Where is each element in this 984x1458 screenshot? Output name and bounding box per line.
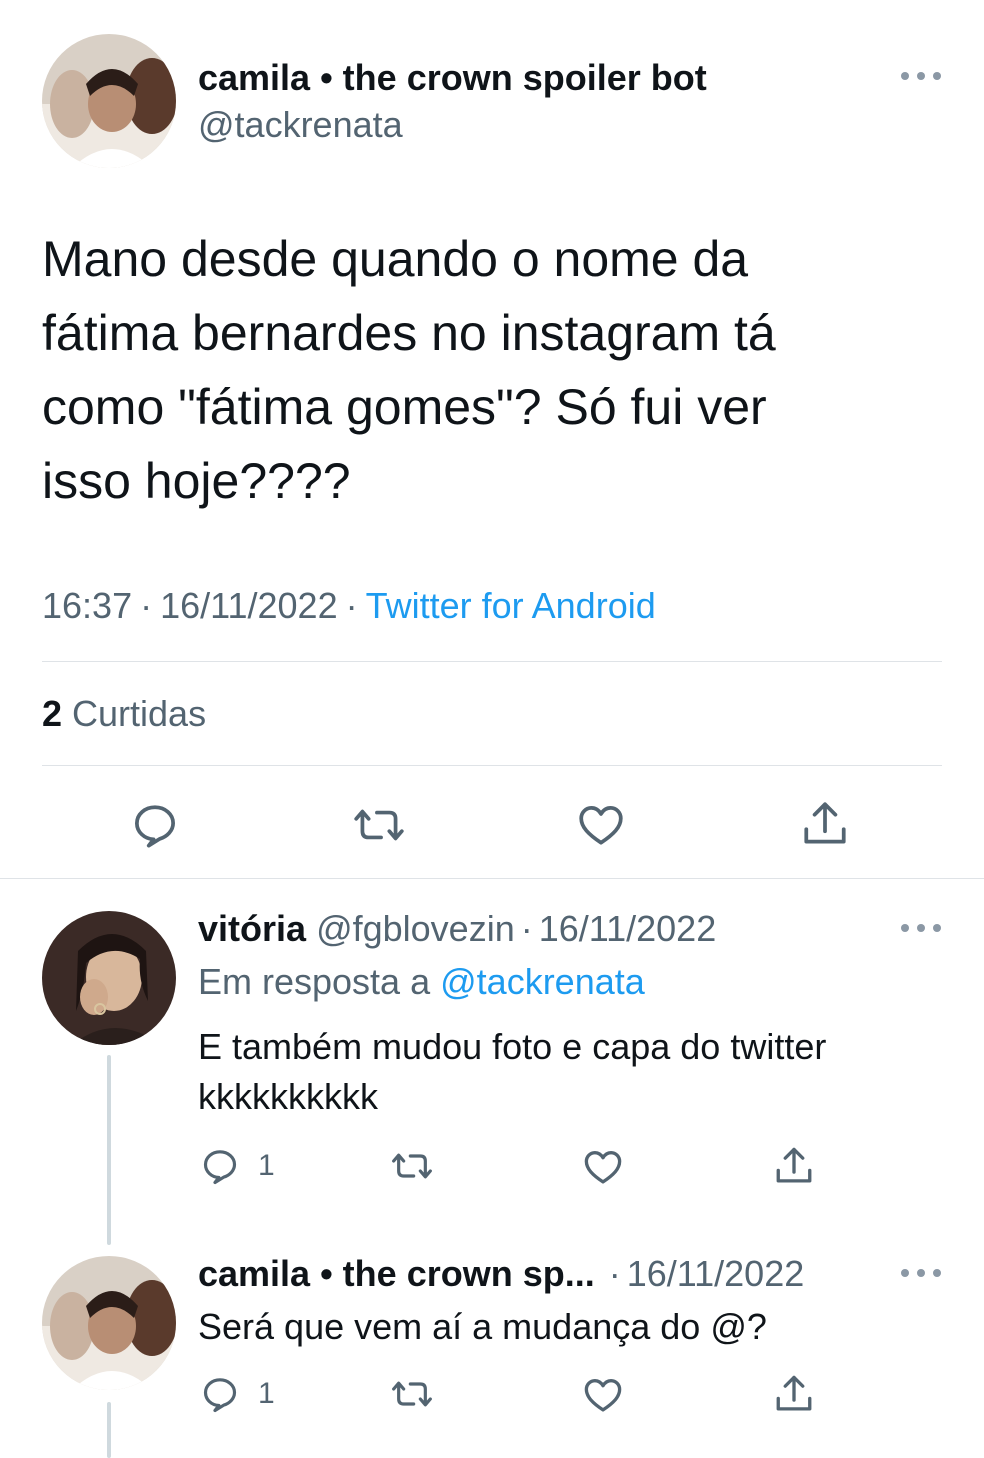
reply-button[interactable]: 1 — [200, 1374, 275, 1414]
reply-to-mention[interactable]: @tackrenata — [440, 961, 645, 1002]
reply-text-line: Será que vem aí a mudança do @? — [198, 1306, 767, 1347]
avatar-photo-group — [42, 1256, 176, 1390]
thread-connector — [107, 1055, 111, 1245]
more-options-icon[interactable] — [901, 918, 941, 938]
like-icon — [584, 1150, 622, 1184]
reply-date[interactable]: 16/11/2022 — [627, 1253, 805, 1294]
like-icon — [584, 1378, 622, 1412]
reply-button[interactable] — [130, 800, 180, 850]
tweet-text-line: Mano desde quando o nome da — [42, 231, 749, 287]
author-display-name[interactable]: camila • the crown spoiler bot — [198, 56, 707, 100]
reply-icon — [203, 1378, 237, 1413]
avatar-photo-group — [42, 34, 176, 168]
retweet-icon — [392, 1153, 432, 1179]
avatar-photo-woman — [42, 911, 176, 1045]
share-button[interactable] — [773, 1372, 815, 1416]
reply-header: vitória @fgblovezin · 16/11/2022 — [198, 907, 716, 951]
retweet-button[interactable] — [350, 800, 408, 850]
section-divider — [0, 878, 984, 879]
meta-separator: · — [345, 585, 358, 626]
retweet-icon — [392, 1381, 432, 1407]
meta-separator: · — [608, 1253, 621, 1294]
tweet-source-link[interactable]: Twitter for Android — [366, 585, 656, 626]
share-icon — [776, 1147, 812, 1183]
tweet-text-line: como "fátima gomes"? Só fui ver — [42, 379, 767, 435]
likes-count: 2 — [42, 693, 63, 734]
share-button[interactable] — [800, 798, 850, 850]
reply-text: Será que vem aí a mudança do @? — [198, 1302, 938, 1352]
like-button[interactable] — [582, 1146, 624, 1188]
share-icon — [804, 802, 846, 844]
likes-label: Curtidas — [72, 693, 207, 734]
more-options-icon[interactable] — [901, 1263, 941, 1283]
reply-handle[interactable]: @fgblovezin — [316, 908, 515, 949]
more-options-icon[interactable] — [901, 66, 941, 86]
reply-header: camila • the crown sp... · 16/11/2022 — [198, 1252, 804, 1296]
tweet-time[interactable]: 16:37 — [42, 585, 132, 626]
like-icon — [579, 806, 623, 845]
likes-summary[interactable]: 2 Curtidas — [42, 692, 206, 736]
thread-connector — [107, 1402, 111, 1458]
reply-count: 1 — [258, 1149, 275, 1182]
reply-display-name[interactable]: vitória — [198, 908, 306, 949]
avatar-reply-1[interactable] — [42, 911, 176, 1045]
reply-icon — [203, 1150, 237, 1185]
retweet-icon — [354, 809, 404, 841]
meta-separator: · — [140, 585, 153, 626]
retweet-button[interactable] — [388, 1146, 436, 1186]
avatar-main[interactable] — [42, 34, 176, 168]
author-handle[interactable]: @tackrenata — [198, 103, 403, 147]
tweet-text-line: fátima bernardes no instagram tá — [42, 305, 776, 361]
retweet-button[interactable] — [388, 1374, 436, 1414]
reply-icon — [135, 805, 175, 848]
meta-separator: · — [520, 908, 533, 949]
tweet-text: Mano desde quando o nome da fátima berna… — [42, 222, 922, 518]
reply-button[interactable]: 1 — [200, 1146, 275, 1186]
divider — [42, 765, 942, 766]
share-icon — [776, 1375, 812, 1411]
reply-count: 1 — [258, 1377, 275, 1410]
avatar-reply-2[interactable] — [42, 1256, 176, 1390]
tweet-text-line: isso hoje???? — [42, 453, 351, 509]
reply-to-label: Em resposta a — [198, 961, 431, 1002]
reply-date[interactable]: 16/11/2022 — [539, 908, 717, 949]
divider — [42, 661, 942, 662]
like-button[interactable] — [582, 1374, 624, 1416]
tweet-meta: 16:37 · 16/11/2022 · Twitter for Android — [42, 584, 656, 628]
reply-text-line: kkkkkkkkkk — [198, 1076, 378, 1117]
like-button[interactable] — [576, 800, 626, 850]
reply-text-line: E também mudou foto e capa do twitter — [198, 1026, 827, 1067]
reply-to-line: Em resposta a @tackrenata — [198, 960, 645, 1004]
reply-text: E também mudou foto e capa do twitter kk… — [198, 1022, 938, 1122]
reply-display-name[interactable]: camila • the crown sp... — [198, 1253, 595, 1294]
tweet-date[interactable]: 16/11/2022 — [160, 585, 338, 626]
share-button[interactable] — [773, 1144, 815, 1188]
